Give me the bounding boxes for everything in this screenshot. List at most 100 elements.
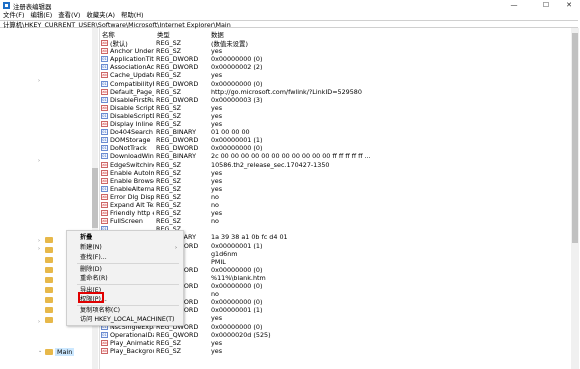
table-row[interactable]: abExpand Alt TextREG_SZ no xyxy=(100,201,570,209)
expand-arrow-icon[interactable]: › xyxy=(38,78,40,84)
table-row[interactable]: 01 DoNotTrack REG_DWORD 0x00000000 (0) xyxy=(100,144,570,152)
table-row[interactable]: 01DisableScriptD...REG_SZ yes xyxy=(100,112,570,120)
folder-icon[interactable] xyxy=(45,257,53,263)
expand-arrow-icon[interactable]: › xyxy=(38,238,40,244)
folder-icon[interactable] xyxy=(45,277,53,283)
column-type-header[interactable]: 类型 xyxy=(157,30,170,39)
table-row[interactable]: 01ApplicationTitel...REG_DWORD 0x00000000… xyxy=(100,55,570,63)
value-data: 0x00000000 (0) xyxy=(211,265,263,274)
table-row[interactable]: abDefault_Page_U...REG_SZ http://go.micro… xyxy=(100,88,570,96)
menu-item-copy-key-name[interactable]: 复制项名称(C) xyxy=(80,307,120,315)
table-row[interactable]: ab FullScreen REG_SZ no xyxy=(100,217,570,225)
expand-arrow-icon[interactable]: › xyxy=(38,319,40,325)
list-scrollbar[interactable] xyxy=(571,28,579,369)
value-data: no xyxy=(211,201,219,209)
table-row[interactable]: 01DisableFirstRun...REG_DWORD 0x00000003 … xyxy=(100,96,570,104)
table-row[interactable]: abEdgeSwitching...REG_SZ 10586.th2_releas… xyxy=(100,161,570,169)
value-data: 0x00000002 (2) xyxy=(211,63,263,72)
value-data: 1a 39 38 a1 0b fc d4 01 xyxy=(211,233,288,242)
menu-edit[interactable]: 编辑(E) xyxy=(30,11,52,20)
folder-icon[interactable] xyxy=(45,247,53,253)
menu-help[interactable]: 帮助(H) xyxy=(121,11,144,20)
value-data: yes xyxy=(211,71,223,80)
table-row[interactable]: abCache_Update_...REG_SZ yes xyxy=(100,71,570,79)
menu-item-rename[interactable]: 重命名(R) xyxy=(80,275,108,283)
folder-icon[interactable] xyxy=(45,267,53,273)
close-button[interactable]: ✕ xyxy=(560,1,578,10)
address-bar[interactable]: 计算机\HKEY_CURRENT_USER\Software\Microsoft… xyxy=(0,20,578,29)
menu-item-goto-hklm[interactable]: 访问 HKEY_LOCAL_MACHINE(T) xyxy=(80,316,174,324)
table-row[interactable]: 01CompatibilityFl...REG_DWORD 0x00000000 … xyxy=(100,80,570,88)
table-row[interactable]: abPlay_AnimationsREG_SZ yes xyxy=(100,339,570,347)
column-name-header[interactable]: 名称 xyxy=(102,30,115,39)
value-name: Error Dlg Displ... xyxy=(110,192,154,201)
value-data: 0x00000000 (0) xyxy=(211,144,263,153)
menu-item-collapse[interactable]: 折叠 xyxy=(80,234,92,242)
menu-item-find[interactable]: 查找(F)... xyxy=(80,254,107,262)
expand-arrow-icon[interactable]: › xyxy=(38,246,40,252)
window-title: 注册表编辑器 xyxy=(13,3,52,11)
collapse-arrow-icon[interactable]: ⌄ xyxy=(38,348,42,354)
value-type: REG_DWORD xyxy=(156,95,199,104)
list-scrollbar-thumb[interactable] xyxy=(572,33,578,243)
table-row[interactable]: abFriendly http er...REG_SZ yes xyxy=(100,209,570,217)
value-data: yes xyxy=(211,314,223,323)
minimize-button[interactable]: — xyxy=(505,1,523,10)
folder-icon[interactable] xyxy=(45,287,53,293)
value-name: EdgeSwitching... xyxy=(110,160,154,169)
menu-item-new[interactable]: 新建(N) xyxy=(80,244,102,252)
value-type: REG_BINARY xyxy=(156,152,196,161)
value-name: Play_Backgroun... xyxy=(110,346,154,355)
table-row[interactable]: abError Dlg Displ...REG_SZ no xyxy=(100,193,570,201)
menu-view[interactable]: 查看(V) xyxy=(58,11,80,20)
value-data: g1d6nm xyxy=(211,249,238,258)
table-row[interactable]: abEnable AutoIm...REG_SZ yes xyxy=(100,169,570,177)
menu-item-delete[interactable]: 删除(D) xyxy=(80,266,102,274)
value-data: 0x00000001 (1) xyxy=(211,136,263,145)
menu-favorites[interactable]: 收藏夹(A) xyxy=(86,11,115,20)
value-type: REG_SZ xyxy=(156,217,182,226)
value-data: yes xyxy=(211,184,223,193)
string-value-icon: ab xyxy=(101,104,108,111)
table-row[interactable]: abEnable Browser ...REG_SZ yes xyxy=(100,177,570,185)
value-data: yes xyxy=(211,176,223,185)
table-row[interactable]: abDisplay Inline I...REG_SZ yes xyxy=(100,120,570,128)
value-data: 01 00 00 00 xyxy=(211,128,250,137)
value-name: Friendly http er... xyxy=(110,209,154,218)
binary-value-icon: 01 xyxy=(101,56,108,63)
value-data: yes xyxy=(211,209,223,218)
menu-file[interactable]: 文件(F) xyxy=(3,11,24,20)
folder-icon[interactable] xyxy=(45,237,53,243)
table-row[interactable]: abPlay_Backgroun...REG_SZ yes xyxy=(100,347,570,355)
string-value-icon: ab xyxy=(101,339,108,346)
folder-icon[interactable] xyxy=(45,317,53,323)
table-row[interactable]: 01DownloadWind...REG_BINARY 2c 00 00 00 0… xyxy=(100,152,570,160)
table-row[interactable]: 01OperationalDataREG_QWORD 0x0000020d (52… xyxy=(100,331,570,339)
table-row[interactable]: ab (默认) REG_SZ (数值未设置) xyxy=(100,39,570,48)
table-row[interactable]: 01 Do404Search REG_BINARY 01 00 00 00 xyxy=(100,128,570,136)
value-data: PMIL xyxy=(211,257,226,266)
table-row[interactable]: abDisable Script ...REG_SZ yes xyxy=(100,104,570,112)
value-data: no xyxy=(211,290,219,299)
table-row[interactable]: 01EnableAlternati...REG_SZ yes xyxy=(100,185,570,193)
folder-icon[interactable] xyxy=(45,297,53,303)
tree-item-main[interactable]: Main xyxy=(55,348,75,356)
value-name: DisableFirstRun... xyxy=(110,95,154,104)
table-row[interactable]: 01AssociationActi...REG_DWORD 0x00000002 … xyxy=(100,63,570,71)
string-value-icon: ab xyxy=(101,210,108,217)
binary-value-icon: 01 xyxy=(101,153,108,160)
tree-scrollbar-thumb[interactable] xyxy=(92,168,98,228)
menu-divider xyxy=(77,305,179,306)
column-data-header[interactable]: 数据 xyxy=(211,30,224,39)
value-name: CompatibilityFl... xyxy=(110,79,154,88)
string-value-icon: ab xyxy=(101,347,108,354)
value-name: ApplicationTitel... xyxy=(110,55,154,64)
expand-arrow-icon[interactable]: › xyxy=(38,158,40,164)
folder-icon[interactable] xyxy=(45,349,53,355)
value-type: REG_DWORD xyxy=(156,136,199,145)
table-row[interactable]: 01 DOMStorage REG_DWORD 0x00000001 (1) xyxy=(100,136,570,144)
folder-icon[interactable] xyxy=(45,307,53,313)
table-row[interactable]: abAnchor Underli...REG_SZ yes xyxy=(100,47,570,55)
value-name: Play_Animations xyxy=(110,338,154,347)
maximize-button[interactable]: ☐ xyxy=(537,1,555,10)
